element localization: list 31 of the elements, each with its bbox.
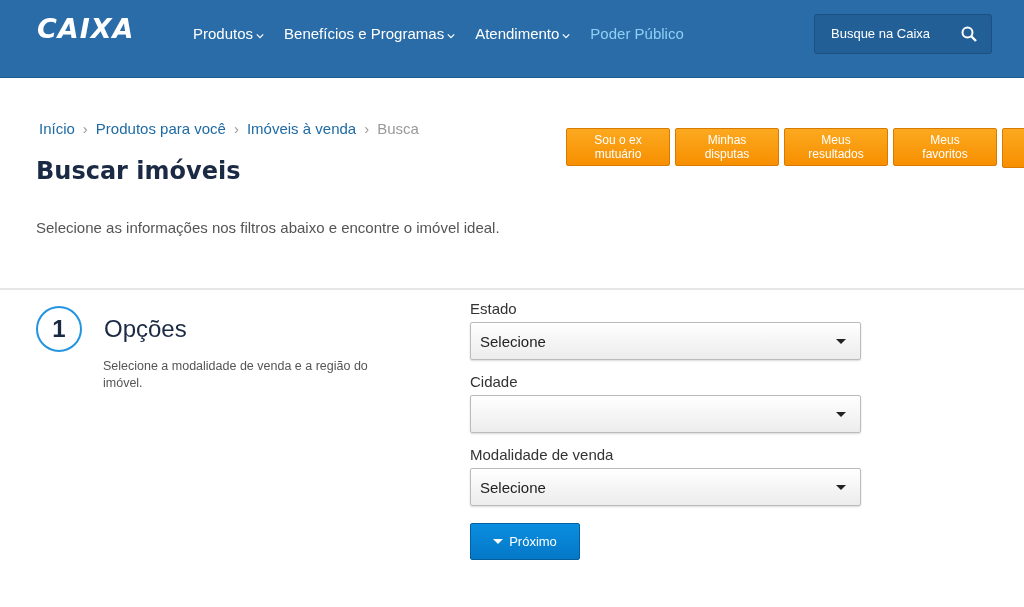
field-label: Cidade bbox=[470, 373, 519, 390]
logo[interactable]: CAIXA bbox=[37, 13, 193, 44]
search-field[interactable]: Busque na Caixa bbox=[829, 25, 961, 42]
breadcrumb-separator: › bbox=[364, 120, 370, 137]
search-bar[interactable]: Busque na Caixa bbox=[814, 13, 992, 54]
step-description: Selecione a modalidade de venda e a região do imóvel. bbox=[103, 358, 369, 392]
breadcrumb-link[interactable]: Imóveis à venda bbox=[246, 120, 357, 137]
field-label: Modalidade de venda bbox=[470, 446, 615, 463]
breadcrumb-separator: › bbox=[233, 120, 239, 137]
nav-link[interactable]: Benefícios e Programas bbox=[284, 25, 456, 42]
step-number: 1 bbox=[36, 306, 82, 352]
select-field[interactable] bbox=[470, 395, 861, 433]
nav-link[interactable]: Produtos bbox=[193, 25, 265, 42]
next-button[interactable]: Próximo bbox=[470, 523, 580, 560]
page-title: Buscar imóveis bbox=[36, 157, 242, 185]
breadcrumb-link[interactable]: Busca bbox=[377, 120, 419, 137]
nav-link[interactable]: Poder Público bbox=[590, 25, 684, 42]
breadcrumb-separator: › bbox=[82, 120, 88, 137]
caret-icon bbox=[836, 484, 846, 490]
nav-link[interactable]: Atendimento bbox=[475, 25, 571, 42]
breadcrumb-link[interactable]: Produtos para você bbox=[95, 120, 226, 137]
step-title: Opções bbox=[104, 315, 187, 343]
caret-icon bbox=[836, 411, 846, 417]
select-field[interactable]: Selecione bbox=[470, 468, 861, 506]
caret-icon bbox=[836, 338, 846, 344]
field-label: Estado bbox=[470, 300, 518, 317]
breadcrumb-link[interactable]: Início bbox=[39, 120, 75, 137]
search-icon[interactable] bbox=[961, 25, 977, 42]
select-field[interactable]: Selecione bbox=[470, 322, 861, 360]
page-description: Selecione as informações nos filtros abaixo e encontre o imóvel ideal. bbox=[36, 219, 501, 236]
caret-icon bbox=[493, 539, 504, 544]
